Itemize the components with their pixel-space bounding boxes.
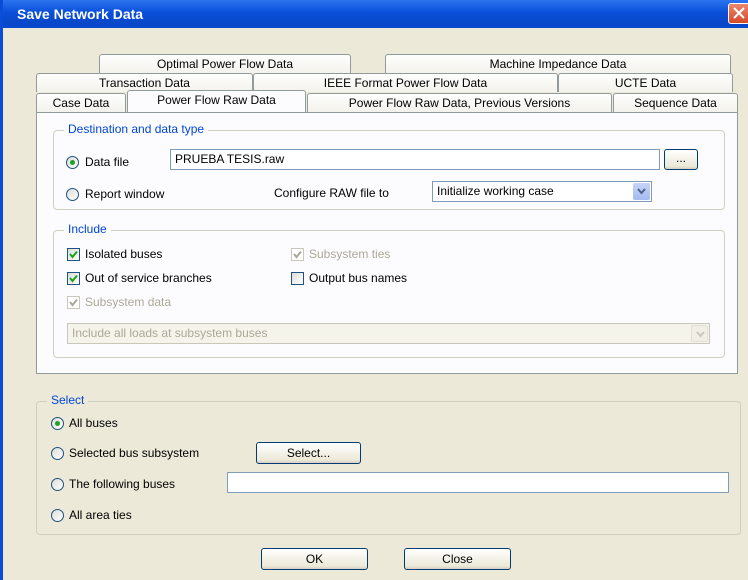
output-bus-names-label: Output bus names bbox=[309, 271, 408, 285]
include-loads-value: Include all loads at subsystem buses bbox=[72, 326, 268, 340]
select-group: Select All buses Selected bus subsystem … bbox=[36, 393, 741, 535]
window-title: Save Network Data bbox=[17, 6, 144, 22]
following-buses-input[interactable] bbox=[227, 472, 729, 493]
out-of-service-label: Out of service branches bbox=[85, 271, 212, 285]
tab-optimal-power-flow[interactable]: Optimal Power Flow Data bbox=[99, 54, 351, 73]
configure-raw-label: Configure RAW file to bbox=[274, 186, 389, 200]
configure-raw-value: Initialize working case bbox=[437, 184, 554, 198]
output-bus-names-checkbox[interactable] bbox=[291, 272, 304, 285]
select-legend: Select bbox=[47, 393, 89, 407]
data-file-radio[interactable] bbox=[66, 156, 79, 169]
subsystem-data-label: Subsystem data bbox=[85, 295, 172, 309]
chevron-down-icon bbox=[637, 188, 646, 195]
isolated-buses-label: Isolated buses bbox=[85, 247, 163, 261]
following-buses-label: The following buses bbox=[69, 477, 176, 491]
subsystem-data-checkbox[interactable] bbox=[67, 296, 80, 309]
all-area-ties-radio[interactable] bbox=[51, 509, 64, 522]
title-bar[interactable]: Save Network Data bbox=[3, 0, 748, 28]
data-file-input[interactable]: PRUEBA TESIS.raw bbox=[170, 149, 660, 170]
configure-raw-select[interactable]: Initialize working case bbox=[432, 181, 652, 202]
tab-panel: Destination and data type Data file PRUE… bbox=[36, 112, 738, 374]
selected-subsystem-label: Selected bus subsystem bbox=[69, 446, 200, 460]
destination-legend: Destination and data type bbox=[64, 122, 209, 136]
tab-raw-previous-versions[interactable]: Power Flow Raw Data, Previous Versions bbox=[307, 93, 612, 112]
close-icon bbox=[733, 7, 745, 19]
chevron-down-icon bbox=[696, 331, 705, 338]
tab-ucte-data[interactable]: UCTE Data bbox=[558, 73, 733, 92]
tab-sequence-data[interactable]: Sequence Data bbox=[613, 93, 738, 112]
select-subsystem-button[interactable]: Select... bbox=[256, 442, 361, 464]
isolated-buses-checkbox[interactable] bbox=[67, 248, 80, 261]
checkmark-icon bbox=[69, 298, 78, 307]
all-buses-label: All buses bbox=[69, 416, 118, 430]
report-window-radio[interactable] bbox=[66, 188, 79, 201]
close-window-button[interactable] bbox=[728, 3, 748, 24]
following-buses-radio[interactable] bbox=[51, 478, 64, 491]
all-area-ties-label: All area ties bbox=[69, 508, 132, 522]
tab-case-data[interactable]: Case Data bbox=[36, 93, 126, 112]
all-buses-radio[interactable] bbox=[51, 417, 64, 430]
close-button[interactable]: Close bbox=[404, 548, 511, 570]
subsystem-ties-checkbox[interactable] bbox=[291, 248, 304, 261]
dropdown-arrow[interactable] bbox=[691, 325, 708, 342]
dropdown-arrow[interactable] bbox=[633, 183, 650, 200]
browse-button[interactable]: ... bbox=[664, 149, 698, 170]
tab-power-flow-raw[interactable]: Power Flow Raw Data bbox=[127, 90, 306, 112]
include-group: Include Isolated buses Subsystem ties Ou… bbox=[53, 222, 725, 358]
selected-subsystem-radio[interactable] bbox=[51, 447, 64, 460]
ok-button[interactable]: OK bbox=[261, 548, 368, 570]
destination-group: Destination and data type Data file PRUE… bbox=[53, 122, 725, 210]
report-window-label: Report window bbox=[85, 187, 165, 201]
include-legend: Include bbox=[64, 222, 111, 236]
checkmark-icon bbox=[69, 274, 78, 283]
data-file-label: Data file bbox=[85, 155, 130, 169]
subsystem-ties-label: Subsystem ties bbox=[309, 247, 391, 261]
include-loads-select[interactable]: Include all loads at subsystem buses bbox=[67, 323, 710, 344]
checkmark-icon bbox=[293, 250, 302, 259]
save-network-data-dialog: Save Network Data Optimal Power Flow Dat… bbox=[0, 0, 748, 580]
out-of-service-checkbox[interactable] bbox=[67, 272, 80, 285]
tab-machine-impedance[interactable]: Machine Impedance Data bbox=[385, 54, 731, 73]
checkmark-icon bbox=[69, 250, 78, 259]
